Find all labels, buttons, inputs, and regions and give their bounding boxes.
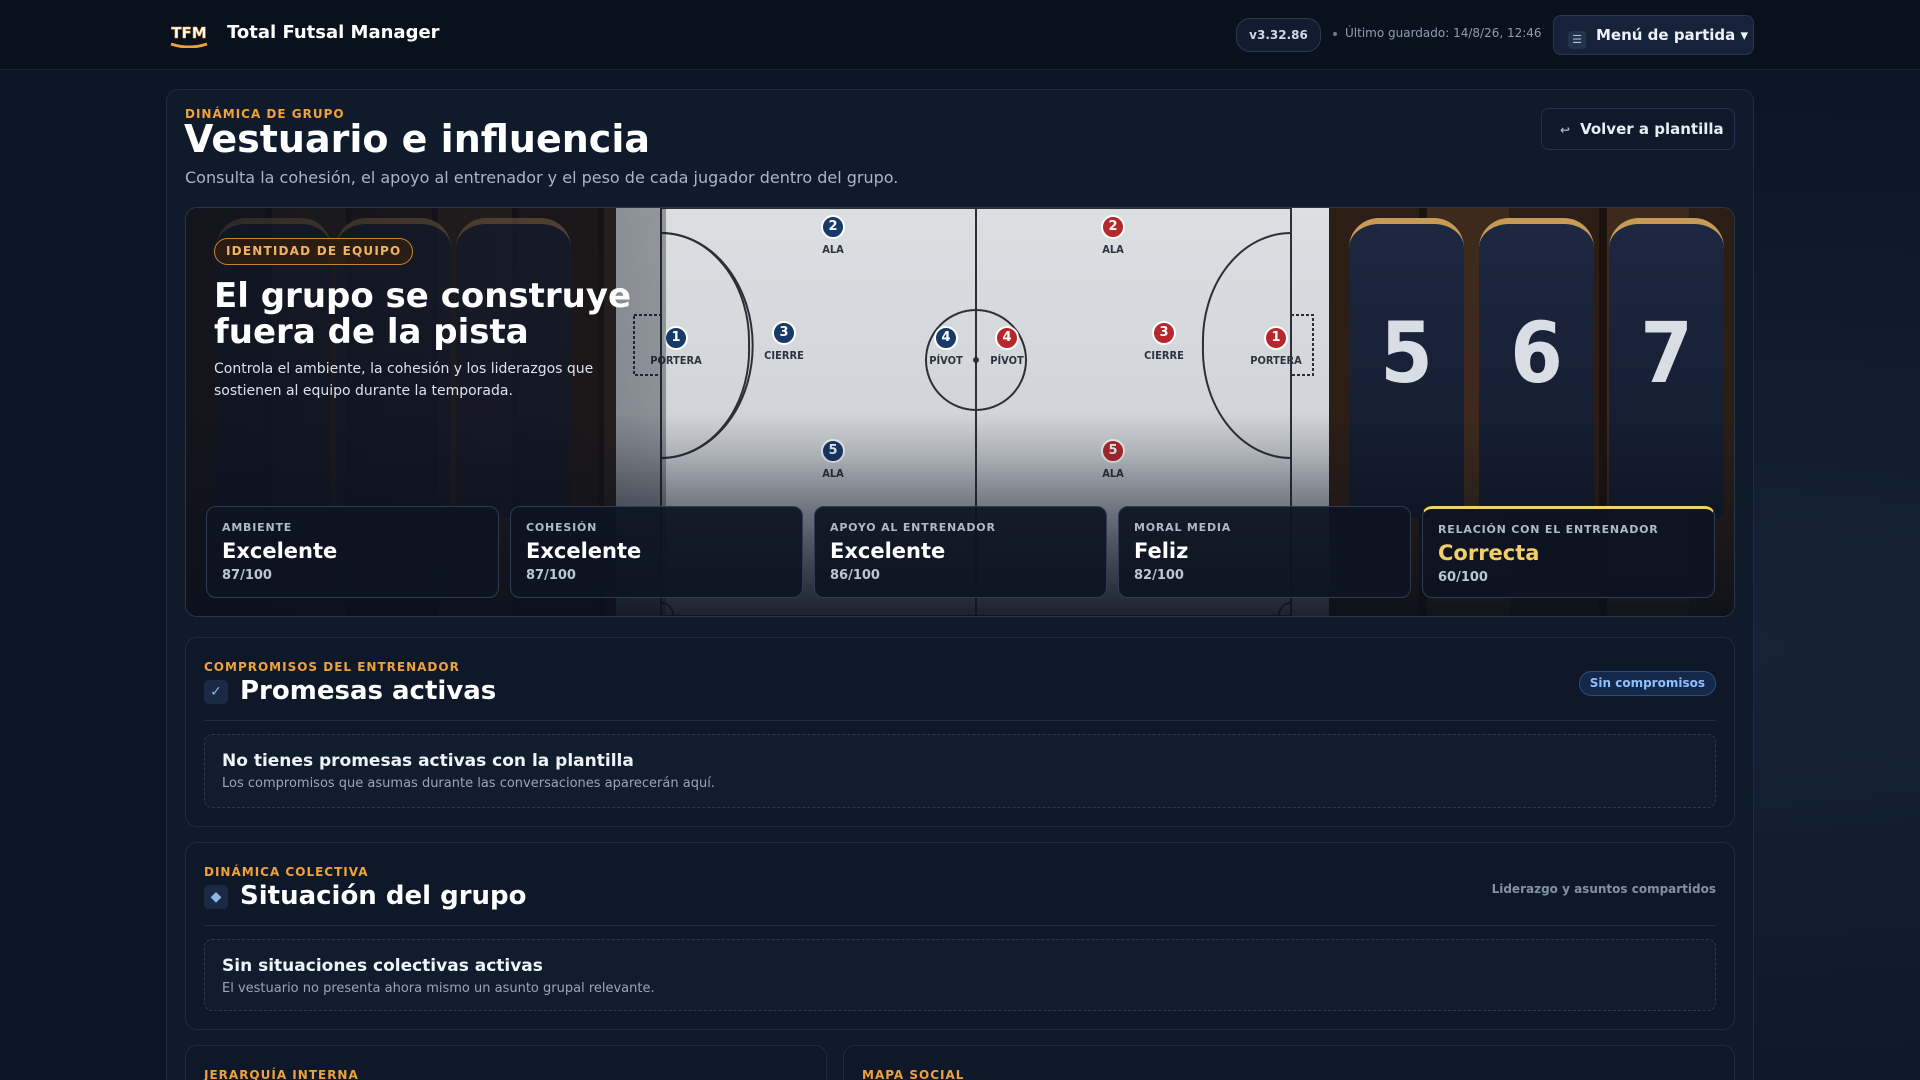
player-number: 2 xyxy=(1101,215,1125,239)
section-title-text: Promesas activas xyxy=(240,676,497,706)
player-role: PORTERA xyxy=(650,354,702,367)
jersey-image: 7 xyxy=(1609,218,1724,518)
section-eyebrow: JERARQUÍA INTERNA xyxy=(204,1068,359,1080)
empty-state-description: Los compromisos que asumas durante las c… xyxy=(222,776,715,791)
player-number: 3 xyxy=(772,321,796,345)
player-number: 1 xyxy=(664,326,688,350)
internal-hierarchy-card: JERARQUÍA INTERNA xyxy=(185,1045,827,1080)
stat-score: 87/100 xyxy=(526,568,576,583)
empty-state-title: Sin situaciones colectivas activas xyxy=(222,956,543,976)
player-role: PÍVOT xyxy=(929,354,963,367)
stat-value: Excelente xyxy=(830,539,946,563)
stat-value: Correcta xyxy=(1438,541,1540,565)
stat-card-coach-support: APOYO AL ENTRENADOR Excelente 86/100 xyxy=(814,506,1107,598)
team-identity-badge: IDENTIDAD DE EQUIPO xyxy=(214,238,414,265)
check-icon: ✓ xyxy=(204,680,228,704)
empty-state-description: El vestuario no presenta ahora mismo un … xyxy=(222,981,655,996)
back-to-squad-button[interactable]: ↩ Volver a plantilla xyxy=(1541,108,1735,150)
stat-label: RELACIÓN CON EL ENTRENADOR xyxy=(1438,523,1659,536)
section-note: Liderazgo y asuntos compartidos xyxy=(1491,882,1716,896)
match-menu-label: Menú de partida ▾ xyxy=(1596,26,1748,44)
empty-state: No tienes promesas activas con la planti… xyxy=(204,734,1716,808)
section-eyebrow: COMPROMISOS DEL ENTRENADOR xyxy=(204,660,460,674)
divider xyxy=(204,720,1716,721)
page-subtitle: Consulta la cohesión, el apoyo al entren… xyxy=(185,168,899,187)
back-to-squad-label: Volver a plantilla xyxy=(1580,120,1724,138)
court-player: 2 ALA xyxy=(1083,215,1143,256)
jersey-image: 5 xyxy=(1349,218,1464,518)
app-logo-icon: TFM xyxy=(170,24,208,48)
app-title: Total Futsal Manager xyxy=(227,22,440,43)
player-number: 2 xyxy=(821,215,845,239)
section-title: ◆ Situación del grupo xyxy=(204,881,527,911)
back-arrow-icon: ↩ xyxy=(1560,123,1571,137)
stat-label: AMBIENTE xyxy=(222,521,293,534)
player-role: CIERRE xyxy=(764,349,804,362)
stat-label: COHESIÓN xyxy=(526,521,598,534)
hero-title: El grupo se construye fuera de la pista xyxy=(214,276,632,352)
player-role: ALA xyxy=(1102,467,1124,480)
stat-label: MORAL MEDIA xyxy=(1134,521,1232,534)
last-saved: Último guardado: 14/8/26, 12:46 xyxy=(1333,26,1542,40)
team-identity-hero: 1 PORTERA 2 ALA 3 CIERRE 4 PÍVOT 5 ALA 4 PÍVOT… xyxy=(185,207,1735,617)
section-title: ✓ Promesas activas xyxy=(204,676,496,706)
status-dot-icon xyxy=(1333,31,1337,36)
stat-value: Excelente xyxy=(526,539,642,563)
stat-value: Feliz xyxy=(1134,539,1189,563)
page-title: Vestuario e influencia xyxy=(184,117,651,161)
stat-label: APOYO AL ENTRENADOR xyxy=(830,521,996,534)
player-number: 5 xyxy=(1101,439,1125,463)
stat-card-atmosphere: AMBIENTE Excelente 87/100 xyxy=(206,506,499,598)
player-number: 5 xyxy=(821,439,845,463)
player-role: ALA xyxy=(822,243,844,256)
court-player: 1 PORTERA xyxy=(1246,326,1306,367)
empty-state-title: No tienes promesas activas con la planti… xyxy=(222,751,634,771)
top-bar: TFM Total Futsal Manager v3.32.86 Último… xyxy=(0,0,1920,70)
no-commitments-badge: Sin compromisos xyxy=(1578,671,1716,696)
version-badge: v3.32.86 xyxy=(1236,18,1321,52)
player-role: CIERRE xyxy=(1144,349,1184,362)
active-promises-card: COMPROMISOS DEL ENTRENADOR ✓ Promesas act… xyxy=(185,637,1735,827)
court-player: 4 PÍVOT xyxy=(916,326,976,367)
stat-card-coach-relationship: RELACIÓN CON EL ENTRENADOR Correcta 60/1… xyxy=(1422,506,1715,598)
court-player: 4 PÍVOT xyxy=(977,326,1037,367)
hero-description: Controla el ambiente, la cohesión y los … xyxy=(214,361,594,399)
stat-score: 86/100 xyxy=(830,568,880,583)
divider xyxy=(204,925,1716,926)
social-map-card: MAPA SOCIAL xyxy=(843,1045,1735,1080)
stat-score: 87/100 xyxy=(222,568,272,583)
player-number: 3 xyxy=(1152,321,1176,345)
group-situation-card: DINÁMICA COLECTIVA ◆ Situación del grupo … xyxy=(185,842,1735,1030)
player-number: 4 xyxy=(934,326,958,350)
stat-score: 82/100 xyxy=(1134,568,1184,583)
player-role: ALA xyxy=(1102,243,1124,256)
stat-card-average-morale: MORAL MEDIA Feliz 82/100 xyxy=(1118,506,1411,598)
match-menu-button[interactable]: ☰ Menú de partida ▾ xyxy=(1553,15,1754,55)
menu-icon: ☰ xyxy=(1568,31,1586,49)
section-eyebrow: DINÁMICA COLECTIVA xyxy=(204,865,369,879)
player-number: 4 xyxy=(995,326,1019,350)
stat-score: 60/100 xyxy=(1438,570,1488,585)
jersey-image: 6 xyxy=(1479,218,1594,518)
stat-value: Excelente xyxy=(222,539,338,563)
section-title-text: Situación del grupo xyxy=(240,881,527,911)
last-saved-text: Último guardado: 14/8/26, 12:46 xyxy=(1345,26,1542,40)
court-player: 5 ALA xyxy=(1083,439,1143,480)
stat-card-cohesion: COHESIÓN Excelente 87/100 xyxy=(510,506,803,598)
court-player: 2 ALA xyxy=(803,215,863,256)
group-stats: AMBIENTE Excelente 87/100 COHESIÓN Excel… xyxy=(206,506,1716,598)
player-role: PORTERA xyxy=(1250,354,1302,367)
section-eyebrow: MAPA SOCIAL xyxy=(862,1068,965,1080)
court-player: 3 CIERRE xyxy=(754,321,814,362)
diamond-icon: ◆ xyxy=(204,885,228,909)
player-role: PÍVOT xyxy=(990,354,1024,367)
player-number: 1 xyxy=(1264,326,1288,350)
court-player: 1 PORTERA xyxy=(646,326,706,367)
player-role: ALA xyxy=(822,467,844,480)
court-player: 3 CIERRE xyxy=(1134,321,1194,362)
court-player: 5 ALA xyxy=(803,439,863,480)
empty-state: Sin situaciones colectivas activas El ve… xyxy=(204,939,1716,1011)
logo-text: TFM xyxy=(171,24,206,42)
